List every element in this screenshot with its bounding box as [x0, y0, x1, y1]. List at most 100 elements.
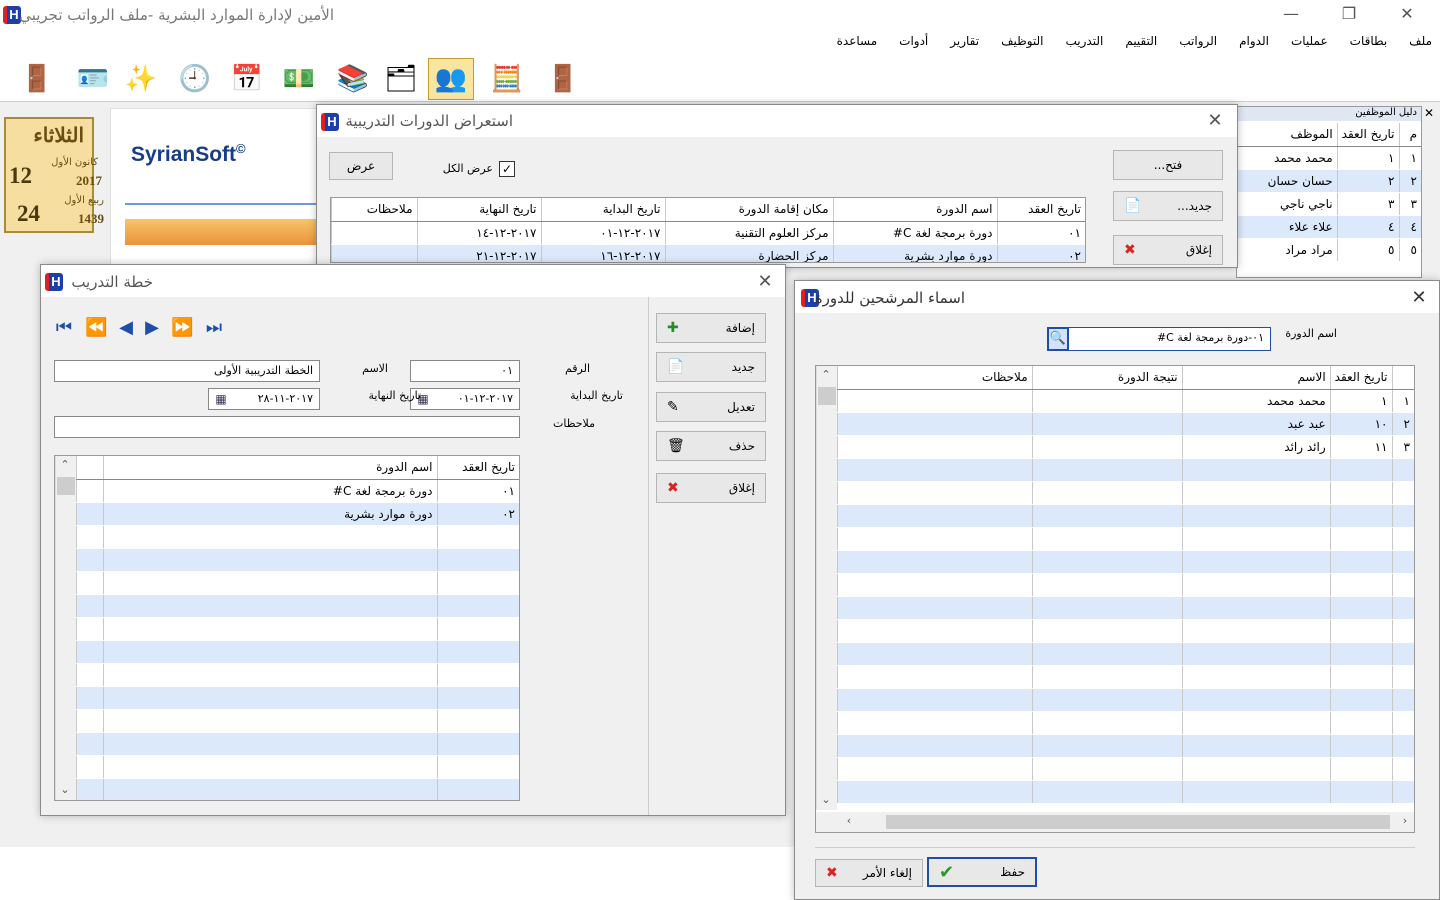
menu-item-5[interactable]: التقييم	[1125, 34, 1157, 48]
table-row[interactable]: ٣ ٣ ناجي ناجي	[1237, 192, 1421, 216]
table-row[interactable]: ٠٢ دورة موارد بشرية مركز الحضارة ٢٠١٧-١٢-١٦…	[331, 244, 1085, 262]
employees-header-1[interactable]: تاريخ العقد	[1336, 123, 1399, 147]
prev-record-icon[interactable]: ◀	[115, 317, 137, 338]
table-row[interactable]: ٠١ دورة برمجة لغة C#	[76, 479, 519, 503]
table-row[interactable]: ١ ١ محمد محمد	[837, 389, 1414, 413]
table-row[interactable]	[837, 688, 1414, 712]
money-icon[interactable]: 💵	[276, 58, 322, 100]
close-courses-button[interactable]: إغلاق ✖	[1113, 235, 1223, 265]
book-stack-icon[interactable]: 📚	[330, 58, 376, 100]
cancel-button[interactable]: إلغاء الأمر ✖	[815, 859, 923, 887]
table-row[interactable]	[837, 527, 1414, 551]
table-row[interactable]	[76, 548, 519, 572]
menu-item-6[interactable]: التدريب	[1066, 34, 1104, 48]
delete-button[interactable]: حذف 🗑	[656, 431, 766, 461]
door-enter-icon[interactable]: 🚪	[14, 58, 60, 100]
table-row[interactable]	[76, 778, 519, 800]
candidates-header-3[interactable]: نتيجة الدورة	[1031, 366, 1183, 390]
employees-header-2[interactable]: الموظف	[1237, 123, 1338, 147]
calendar-clock-icon[interactable]: 📅	[224, 58, 270, 100]
open-button[interactable]: فتح...	[1113, 150, 1223, 180]
table-row[interactable]	[837, 504, 1414, 528]
table-row[interactable]	[76, 732, 519, 756]
add-button[interactable]: إضافة ✚	[656, 313, 766, 343]
plan-grid-scrollbar[interactable]: ⌃ ⌄	[55, 456, 76, 800]
plan-header-0[interactable]: تاريخ العقد	[436, 456, 519, 480]
plan-header-2[interactable]	[76, 456, 103, 480]
courses-header-1[interactable]: اسم الدورة	[832, 198, 997, 222]
plan-header-1[interactable]: اسم الدورة	[102, 456, 437, 480]
table-row[interactable]: ٢ ١٠ عبد عبد	[837, 412, 1414, 436]
table-row[interactable]	[76, 525, 519, 549]
training-users-icon[interactable]: 👥	[428, 58, 474, 100]
show-button[interactable]: عرض	[329, 152, 393, 180]
menu-item-3[interactable]: الدوام	[1239, 34, 1269, 48]
scroll-up-icon[interactable]: ⌃	[817, 368, 835, 381]
scroll-down-icon[interactable]: ⌄	[817, 793, 835, 806]
notes-field[interactable]	[54, 416, 520, 438]
save-button[interactable]: حفظ ✔	[927, 857, 1037, 887]
menu-item-4[interactable]: الرواتب	[1179, 34, 1217, 48]
table-row[interactable]	[837, 619, 1414, 643]
table-row[interactable]	[76, 571, 519, 595]
wand-icon[interactable]: ✨	[118, 58, 164, 100]
candidates-close-icon[interactable]: ✕	[1407, 287, 1431, 308]
table-row[interactable]	[837, 734, 1414, 758]
scroll-up-icon[interactable]: ⌃	[56, 458, 74, 471]
fast-back-icon[interactable]: ⏪	[85, 317, 107, 338]
minimize-icon[interactable]: —	[1276, 4, 1306, 23]
menu-item-0[interactable]: ملف	[1409, 34, 1432, 48]
table-row[interactable]	[76, 686, 519, 710]
documents-icon[interactable]: 🗂	[378, 58, 424, 100]
table-row[interactable]	[837, 780, 1414, 804]
scroll-thumb[interactable]	[818, 387, 836, 405]
table-row[interactable]	[76, 663, 519, 687]
table-row[interactable]	[76, 755, 519, 779]
end-calendar-icon[interactable]: ▦	[211, 390, 231, 408]
menu-item-2[interactable]: عمليات	[1291, 34, 1328, 48]
table-row[interactable]	[76, 594, 519, 618]
candidates-header-2[interactable]: الاسم	[1181, 366, 1331, 390]
menu-item-8[interactable]: تقارير	[950, 34, 979, 48]
close-icon[interactable]: ✕	[1392, 4, 1422, 23]
restore-icon[interactable]: ❐	[1334, 4, 1364, 23]
exit-door-icon[interactable]: 🚪	[540, 58, 586, 100]
courses-close-icon[interactable]: ✕	[1203, 110, 1227, 131]
scroll-right-icon[interactable]: ›	[1396, 814, 1414, 827]
table-row[interactable]	[837, 458, 1414, 482]
menu-item-10[interactable]: مساعدة	[837, 34, 878, 48]
courses-header-5[interactable]: ملاحظات	[331, 198, 417, 222]
hscroll-thumb[interactable]	[886, 815, 1390, 829]
table-row[interactable]	[837, 481, 1414, 505]
clock-icon[interactable]: 🕘	[172, 58, 218, 100]
table-row[interactable]	[837, 642, 1414, 666]
number-field[interactable]: ٠١	[410, 360, 520, 382]
menu-item-9[interactable]: أدوات	[899, 34, 928, 48]
scroll-down-icon[interactable]: ⌄	[56, 783, 74, 796]
menu-item-1[interactable]: بطاقات	[1350, 34, 1388, 48]
table-row[interactable]	[837, 596, 1414, 620]
table-row[interactable]	[76, 640, 519, 664]
courses-header-4[interactable]: تاريخ النهاية	[416, 198, 541, 222]
table-row[interactable]	[837, 550, 1414, 574]
next-record-icon[interactable]: ▶	[141, 317, 163, 338]
courses-header-2[interactable]: مكان إقامة الدورة	[664, 198, 833, 222]
menu-item-7[interactable]: التوظيف	[1001, 34, 1043, 48]
search-icon[interactable]: 🔍	[1047, 327, 1069, 351]
courses-header-0[interactable]: تاريخ العقد	[996, 198, 1085, 222]
last-record-icon[interactable]: ⏭	[203, 317, 225, 338]
scroll-thumb[interactable]	[57, 477, 75, 495]
edit-button[interactable]: تعديل ✎	[656, 392, 766, 422]
candidates-vscrollbar[interactable]: ⌃ ⌄	[816, 366, 837, 810]
training-plan-close-icon[interactable]: ✕	[753, 271, 777, 292]
show-all-checkbox[interactable]: ✓	[499, 161, 515, 177]
courses-header-3[interactable]: تاريخ البداية	[540, 198, 665, 222]
candidates-hscrollbar[interactable]: ‹ ›	[816, 812, 1414, 832]
course-name-field[interactable]: ٠١-دورة برمجة لغة C#	[1047, 327, 1271, 351]
table-row[interactable]	[76, 617, 519, 641]
employees-header-0[interactable]: م	[1398, 123, 1421, 147]
name-field[interactable]: الخطة التدريبية الأولى	[54, 360, 320, 382]
table-row[interactable]: ٠١ دورة برمجة لغة C# مركز العلوم التقنية ٢٠…	[331, 221, 1085, 245]
table-row[interactable]	[837, 711, 1414, 735]
table-row[interactable]	[837, 573, 1414, 597]
